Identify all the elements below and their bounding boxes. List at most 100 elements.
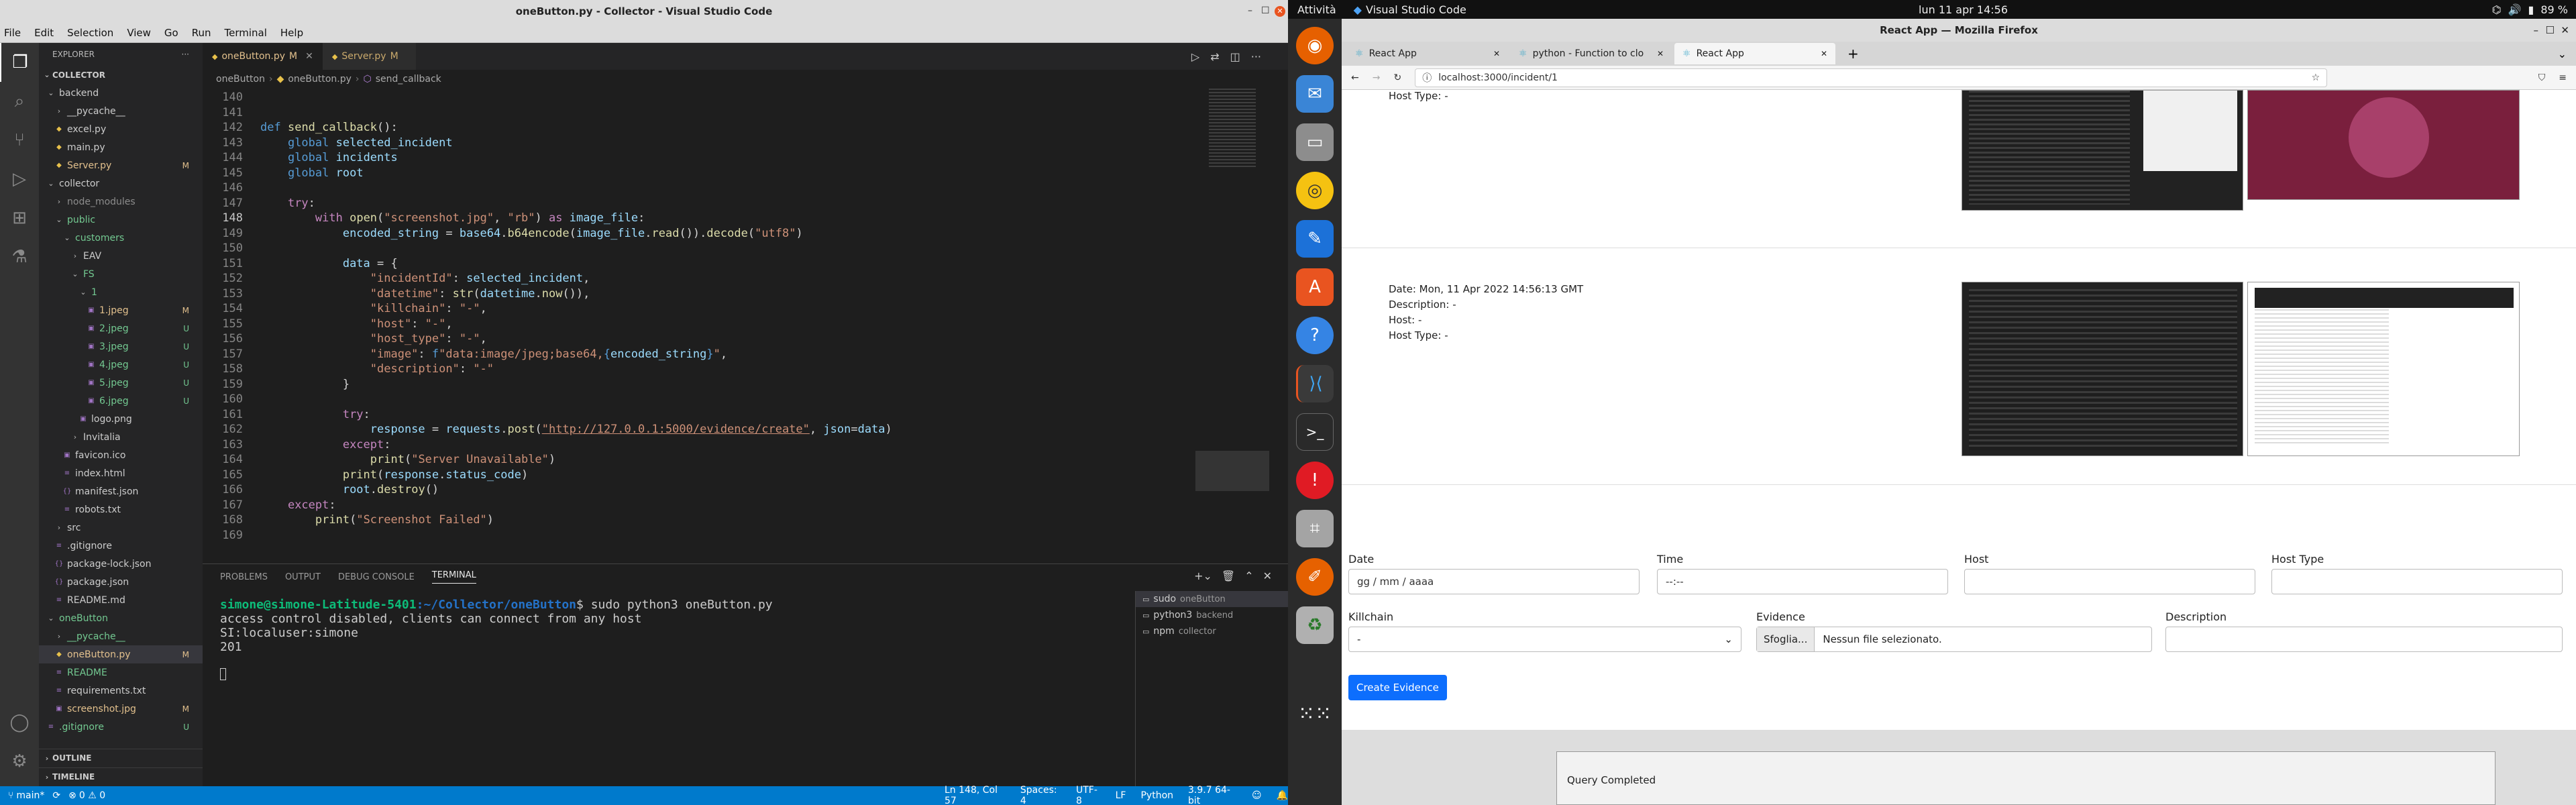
vscode-icon[interactable]: ⟩⟨ — [1296, 365, 1334, 402]
run-icon[interactable]: ▷ — [1191, 50, 1199, 63]
tree-folder[interactable]: › EAV — [39, 247, 203, 265]
eol[interactable]: LF — [1116, 790, 1126, 801]
more-icon[interactable]: ··· — [1251, 50, 1261, 63]
tree-file[interactable]: ▣ 6.jpeg U — [39, 392, 203, 410]
git-branch[interactable]: main* — [13, 790, 44, 801]
source-control-icon[interactable]: ⑂ — [0, 121, 39, 160]
close-panel-icon[interactable]: ✕ — [1263, 570, 1272, 582]
pocket-icon[interactable]: ⛉ — [2538, 72, 2546, 83]
tree-file[interactable]: ≡ README.md — [39, 591, 203, 609]
tree-folder[interactable]: ⌄ public — [39, 211, 203, 229]
description-input[interactable] — [2165, 627, 2563, 652]
url-bar[interactable]: ⓘ localhost:3000/incident/1 ☆ — [1415, 68, 2328, 87]
tree-file[interactable]: ≡ .gitignore — [39, 537, 203, 555]
run-debug-icon[interactable]: ▷ — [0, 160, 39, 199]
menu-item[interactable]: Help — [280, 27, 303, 39]
panel-tab[interactable]: DEBUG CONSOLE — [338, 572, 415, 582]
app-menu[interactable]: Visual Studio Code — [1362, 3, 1466, 16]
battery-icon[interactable]: ▮ — [2528, 3, 2534, 16]
close-tab-icon[interactable]: ✕ — [1821, 49, 1827, 58]
browser-tab[interactable]: ⚛ React App ✕ — [1347, 43, 1508, 64]
maximize-icon[interactable]: ☐ — [2546, 24, 2555, 36]
tree-folder[interactable]: ⌄ FS — [39, 265, 203, 283]
bell-icon[interactable]: 🔔 — [1277, 790, 1288, 801]
tree-folder[interactable]: ⌄ collector — [39, 174, 203, 193]
panel-tab[interactable]: TERMINAL — [431, 570, 476, 584]
terminal-output[interactable]: simone@simone-Latitude-5401:~/Collector/… — [220, 598, 773, 684]
tree-file[interactable]: ≡ index.html — [39, 464, 203, 482]
add-terminal-icon[interactable]: +⌄ — [1194, 570, 1212, 582]
evidence-thumbnail[interactable] — [1962, 90, 2243, 211]
minimize-icon[interactable]: – — [2534, 24, 2539, 36]
software-icon[interactable]: A — [1296, 268, 1334, 306]
code-editor[interactable]: 140 141 142 def send_callback(): 143 global … — [203, 89, 1195, 558]
close-icon[interactable]: ✕ — [1275, 6, 1285, 17]
editor-tab[interactable]: ◆ oneButton.py M ✕ — [203, 43, 323, 70]
tree-file[interactable]: ▣ 3.jpeg U — [39, 337, 203, 356]
volume-icon[interactable]: 🔊 — [2508, 3, 2522, 16]
menu-item[interactable]: Selection — [67, 27, 113, 39]
terminal-instance[interactable]: ▭ npm collector — [1136, 623, 1288, 639]
problems-count[interactable]: 0 ⚠ 0 — [76, 790, 105, 801]
tree-file[interactable]: ▣ 4.jpeg U — [39, 356, 203, 374]
tree-folder[interactable]: › __pycache__ — [39, 627, 203, 645]
search-icon[interactable]: ⌕ — [0, 82, 39, 121]
tree-file[interactable]: ▣ 5.jpeg U — [39, 374, 203, 392]
maximize-panel-icon[interactable]: ⌃ — [1244, 570, 1253, 582]
indent-setting[interactable]: Spaces: 4 — [1020, 785, 1061, 805]
tree-file[interactable]: ▣ screenshot.jpg M — [39, 700, 203, 718]
tree-file[interactable]: ◆ oneButton.py M — [39, 645, 203, 663]
new-tab-icon[interactable]: + — [1838, 46, 1859, 62]
evidence-file-input[interactable]: Sfoglia... Nessun file selezionato. — [1756, 627, 2152, 652]
timeline-section[interactable]: › TIMELINE — [39, 767, 203, 786]
kill-terminal-icon[interactable]: 🗑 — [1222, 570, 1235, 582]
tree-folder[interactable]: › src — [39, 519, 203, 537]
close-tab-icon[interactable]: ✕ — [1493, 49, 1500, 58]
killchain-select[interactable]: - ⌄ — [1348, 627, 1741, 652]
writer-icon[interactable]: ✎ — [1296, 220, 1334, 258]
reload-icon[interactable]: ↻ — [1393, 72, 1401, 83]
minimap[interactable] — [1195, 89, 1269, 558]
menu-item[interactable]: Terminal — [225, 27, 267, 39]
rhythmbox-icon[interactable]: ◎ — [1296, 172, 1334, 209]
evidence-thumbnail[interactable] — [2247, 282, 2520, 456]
tree-file[interactable]: ▣ logo.png — [39, 410, 203, 428]
browser-tab[interactable]: ⚛ python - Function to clo ✕ — [1511, 43, 1672, 64]
host-type-input[interactable] — [2271, 569, 2563, 594]
update-icon[interactable]: ! — [1296, 462, 1334, 499]
tree-file[interactable]: ▣ 1.jpeg M — [39, 301, 203, 319]
evidence-thumbnail[interactable] — [2247, 90, 2520, 200]
gear-icon[interactable]: ⚙ — [0, 742, 39, 781]
tree-folder[interactable]: ⌄ backend — [39, 84, 203, 102]
screenshot-tool-icon[interactable]: ⌗ — [1296, 510, 1334, 547]
language-mode[interactable]: Python — [1140, 790, 1173, 801]
tree-folder[interactable]: › node_modules — [39, 193, 203, 211]
encoding[interactable]: UTF-8 — [1076, 785, 1101, 805]
interpreter[interactable]: 3.9.7 64-bit — [1188, 785, 1237, 805]
minimize-icon[interactable]: – — [1248, 5, 1252, 16]
compare-icon[interactable]: ⇄ — [1210, 50, 1219, 63]
tree-file[interactable]: ▣ favicon.ico — [39, 446, 203, 464]
list-tabs-icon[interactable]: ⌄ — [2558, 48, 2567, 60]
breadcrumb-file[interactable]: oneButton.py — [288, 74, 352, 85]
evidence-thumbnail[interactable] — [1962, 282, 2243, 456]
more-icon[interactable]: ··· — [182, 50, 189, 59]
create-evidence-button[interactable]: Create Evidence — [1348, 675, 1447, 700]
tree-file[interactable]: ≡ README — [39, 663, 203, 682]
browse-button[interactable]: Sfoglia... — [1757, 627, 1815, 651]
tree-file[interactable]: ≡ .gitignore U — [39, 718, 203, 736]
terminal-icon[interactable]: >_ — [1296, 413, 1334, 451]
cursor-position[interactable]: Ln 148, Col 57 — [945, 785, 1006, 805]
feedback-icon[interactable]: ☺ — [1252, 790, 1262, 801]
menu-item[interactable]: Edit — [34, 27, 54, 39]
browser-tab[interactable]: ⚛ React App ✕ — [1674, 43, 1835, 64]
breadcrumb-folder[interactable]: oneButton — [216, 74, 265, 85]
tree-folder[interactable]: › Invitalia — [39, 428, 203, 446]
tree-folder[interactable]: ⌄ oneButton — [39, 609, 203, 627]
tree-file[interactable]: {} manifest.json — [39, 482, 203, 500]
extensions-icon[interactable]: ⊞ — [0, 199, 39, 237]
drawing-icon[interactable]: ✐ — [1296, 558, 1334, 596]
host-input[interactable] — [1964, 569, 2255, 594]
date-input[interactable]: gg / mm / aaaa — [1348, 569, 1640, 594]
tree-folder[interactable]: ⌄ 1 — [39, 283, 203, 301]
